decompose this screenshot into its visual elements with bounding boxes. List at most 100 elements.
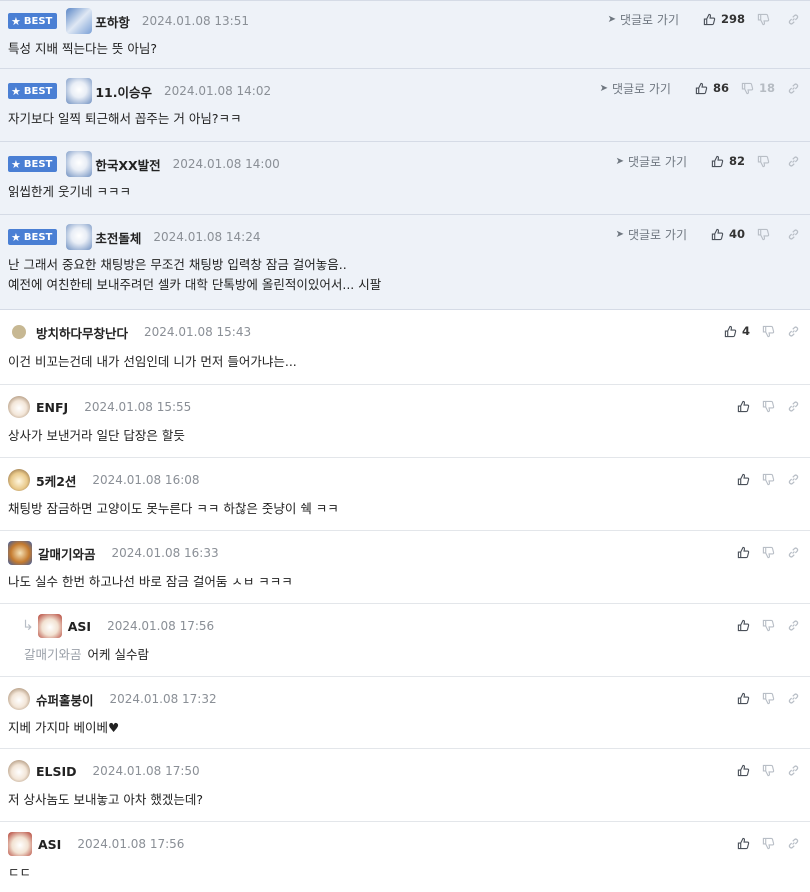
comment-item: 방치하다무창난다 2024.01.08 15:43 4 이건 비꼬는건데 내가 … bbox=[0, 310, 810, 385]
dislike-button[interactable] bbox=[762, 619, 775, 632]
comment-date: 2024.01.08 17:56 bbox=[107, 619, 215, 633]
thumbs-up-icon bbox=[703, 13, 716, 25]
like-button[interactable]: 40 bbox=[711, 227, 745, 241]
nickname[interactable]: ASI bbox=[38, 837, 61, 852]
dislike-button[interactable]: 18 bbox=[741, 81, 775, 95]
link-icon bbox=[788, 14, 799, 24]
dislike-button[interactable] bbox=[762, 692, 775, 705]
comment-header: 방치하다무창난다 2024.01.08 15:43 bbox=[8, 321, 251, 343]
go-to-reply-link[interactable]: ➤ 댓글로 가기 bbox=[608, 11, 679, 28]
dislike-button[interactable] bbox=[757, 228, 775, 241]
comment-actions: ➤ 댓글로 가기 82 bbox=[616, 153, 800, 169]
nickname[interactable]: 11.이승우 bbox=[95, 82, 152, 101]
best-badge: ★ BEST bbox=[8, 13, 58, 29]
share-link-button[interactable] bbox=[787, 473, 800, 486]
nickname[interactable]: 초전돌체 bbox=[95, 228, 141, 247]
nickname[interactable]: 한국XX발전 bbox=[95, 155, 160, 174]
share-link-button[interactable] bbox=[787, 228, 800, 241]
go-to-reply-link[interactable]: ➤ 댓글로 가기 bbox=[600, 80, 671, 97]
share-link-button[interactable] bbox=[787, 546, 800, 559]
avatar[interactable] bbox=[8, 396, 30, 418]
share-link-button[interactable] bbox=[787, 837, 800, 850]
share-link-button[interactable] bbox=[787, 619, 800, 632]
dislike-button[interactable] bbox=[762, 837, 775, 850]
go-to-reply-link[interactable]: ➤ 댓글로 가기 bbox=[616, 153, 687, 170]
thumbs-down-icon bbox=[762, 619, 775, 631]
like-button[interactable] bbox=[737, 619, 750, 632]
comment-header: ★ BEST 11.이승우 2024.01.08 14:02 bbox=[8, 78, 271, 104]
link-icon bbox=[788, 693, 799, 703]
comment-item: ★ BEST 초전돌체 2024.01.08 14:24 ➤ 댓글로 가기 40 난… bbox=[0, 215, 810, 310]
like-button[interactable]: 4 bbox=[724, 324, 750, 338]
like-button[interactable] bbox=[737, 473, 750, 486]
thumbs-up-icon bbox=[695, 82, 708, 94]
avatar[interactable] bbox=[8, 469, 30, 491]
thumbs-up-icon bbox=[711, 228, 724, 240]
link-icon bbox=[788, 838, 799, 848]
nickname[interactable]: ASI bbox=[68, 619, 91, 634]
dislike-button[interactable] bbox=[762, 546, 775, 559]
comment-header: ASI 2024.01.08 17:56 bbox=[8, 832, 184, 856]
nickname[interactable]: 갈매기와곰 bbox=[38, 544, 96, 563]
nickname[interactable]: 포하항 bbox=[95, 12, 130, 31]
avatar[interactable] bbox=[66, 151, 93, 177]
comment-header: ELSID 2024.01.08 17:50 bbox=[8, 760, 200, 782]
like-button[interactable] bbox=[737, 764, 750, 777]
nickname[interactable]: ELSID bbox=[36, 764, 77, 779]
avatar[interactable] bbox=[8, 541, 32, 565]
avatar[interactable] bbox=[8, 760, 30, 782]
dislike-button[interactable] bbox=[762, 473, 775, 486]
share-link-button[interactable] bbox=[787, 400, 800, 413]
like-button[interactable] bbox=[737, 400, 750, 413]
dislike-button[interactable] bbox=[757, 155, 775, 168]
nickname[interactable]: 슈퍼홀붕이 bbox=[36, 690, 94, 709]
share-link-button[interactable] bbox=[787, 82, 800, 95]
avatar[interactable] bbox=[37, 614, 62, 638]
comment-header: ↳ ASI 2024.01.08 17:56 bbox=[22, 614, 215, 638]
dislike-button[interactable] bbox=[762, 400, 775, 413]
comment-text: 이건 비꼬는건데 내가 선임인데 니가 먼저 들어가냐는... bbox=[8, 354, 297, 369]
comment-date: 2024.01.08 14:00 bbox=[172, 157, 280, 171]
nickname[interactable]: 5케2션 bbox=[36, 471, 76, 490]
reply-arrow-icon: ↳ bbox=[22, 618, 34, 634]
like-button[interactable] bbox=[737, 837, 750, 850]
avatar[interactable] bbox=[66, 224, 93, 250]
like-button[interactable]: 298 bbox=[703, 12, 745, 26]
like-button[interactable]: 82 bbox=[711, 154, 745, 168]
avatar[interactable] bbox=[8, 688, 30, 710]
share-link-button[interactable] bbox=[787, 13, 800, 26]
comment-header: 갈매기와곰 2024.01.08 16:33 bbox=[8, 541, 219, 565]
avatar[interactable] bbox=[12, 325, 26, 339]
nickname[interactable]: 방치하다무창난다 bbox=[36, 323, 128, 342]
share-link-button[interactable] bbox=[787, 155, 800, 168]
like-count: 298 bbox=[720, 12, 745, 26]
comment-actions bbox=[725, 690, 800, 706]
share-link-button[interactable] bbox=[787, 692, 800, 705]
share-link-button[interactable] bbox=[787, 325, 800, 338]
dislike-button[interactable] bbox=[757, 13, 775, 26]
mention-link[interactable]: 갈매기와곰 bbox=[24, 647, 82, 662]
dislike-button[interactable] bbox=[762, 325, 775, 338]
comment-date: 2024.01.08 15:43 bbox=[144, 325, 252, 339]
nickname[interactable]: ENFJ bbox=[36, 400, 68, 415]
thumbs-up-icon bbox=[737, 619, 750, 631]
avatar[interactable] bbox=[66, 8, 93, 34]
go-to-reply-link[interactable]: ➤ 댓글로 가기 bbox=[616, 226, 687, 243]
link-icon bbox=[788, 401, 799, 411]
comment-list: ★ BEST 포하항 2024.01.08 13:51 ➤ 댓글로 가기 298 특… bbox=[0, 0, 810, 892]
dislike-button[interactable] bbox=[762, 764, 775, 777]
comment-item: ASI 2024.01.08 17:56 ㄷㄷ bbox=[0, 822, 810, 892]
avatar[interactable] bbox=[66, 78, 93, 104]
thumbs-up-icon bbox=[724, 325, 737, 337]
comment-item: ENFJ 2024.01.08 15:55 상사가 보낸거라 일단 답장은 할듯 bbox=[0, 385, 810, 458]
like-button[interactable] bbox=[737, 692, 750, 705]
like-count: 4 bbox=[741, 324, 750, 338]
thumbs-up-icon bbox=[737, 473, 750, 485]
share-link-button[interactable] bbox=[787, 764, 800, 777]
comment-text: ㄷㄷ bbox=[8, 865, 32, 880]
best-badge: ★ BEST bbox=[8, 229, 58, 245]
comment-actions bbox=[725, 398, 800, 414]
avatar[interactable] bbox=[8, 832, 32, 856]
like-button[interactable]: 86 bbox=[695, 81, 729, 95]
like-button[interactable] bbox=[737, 546, 750, 559]
